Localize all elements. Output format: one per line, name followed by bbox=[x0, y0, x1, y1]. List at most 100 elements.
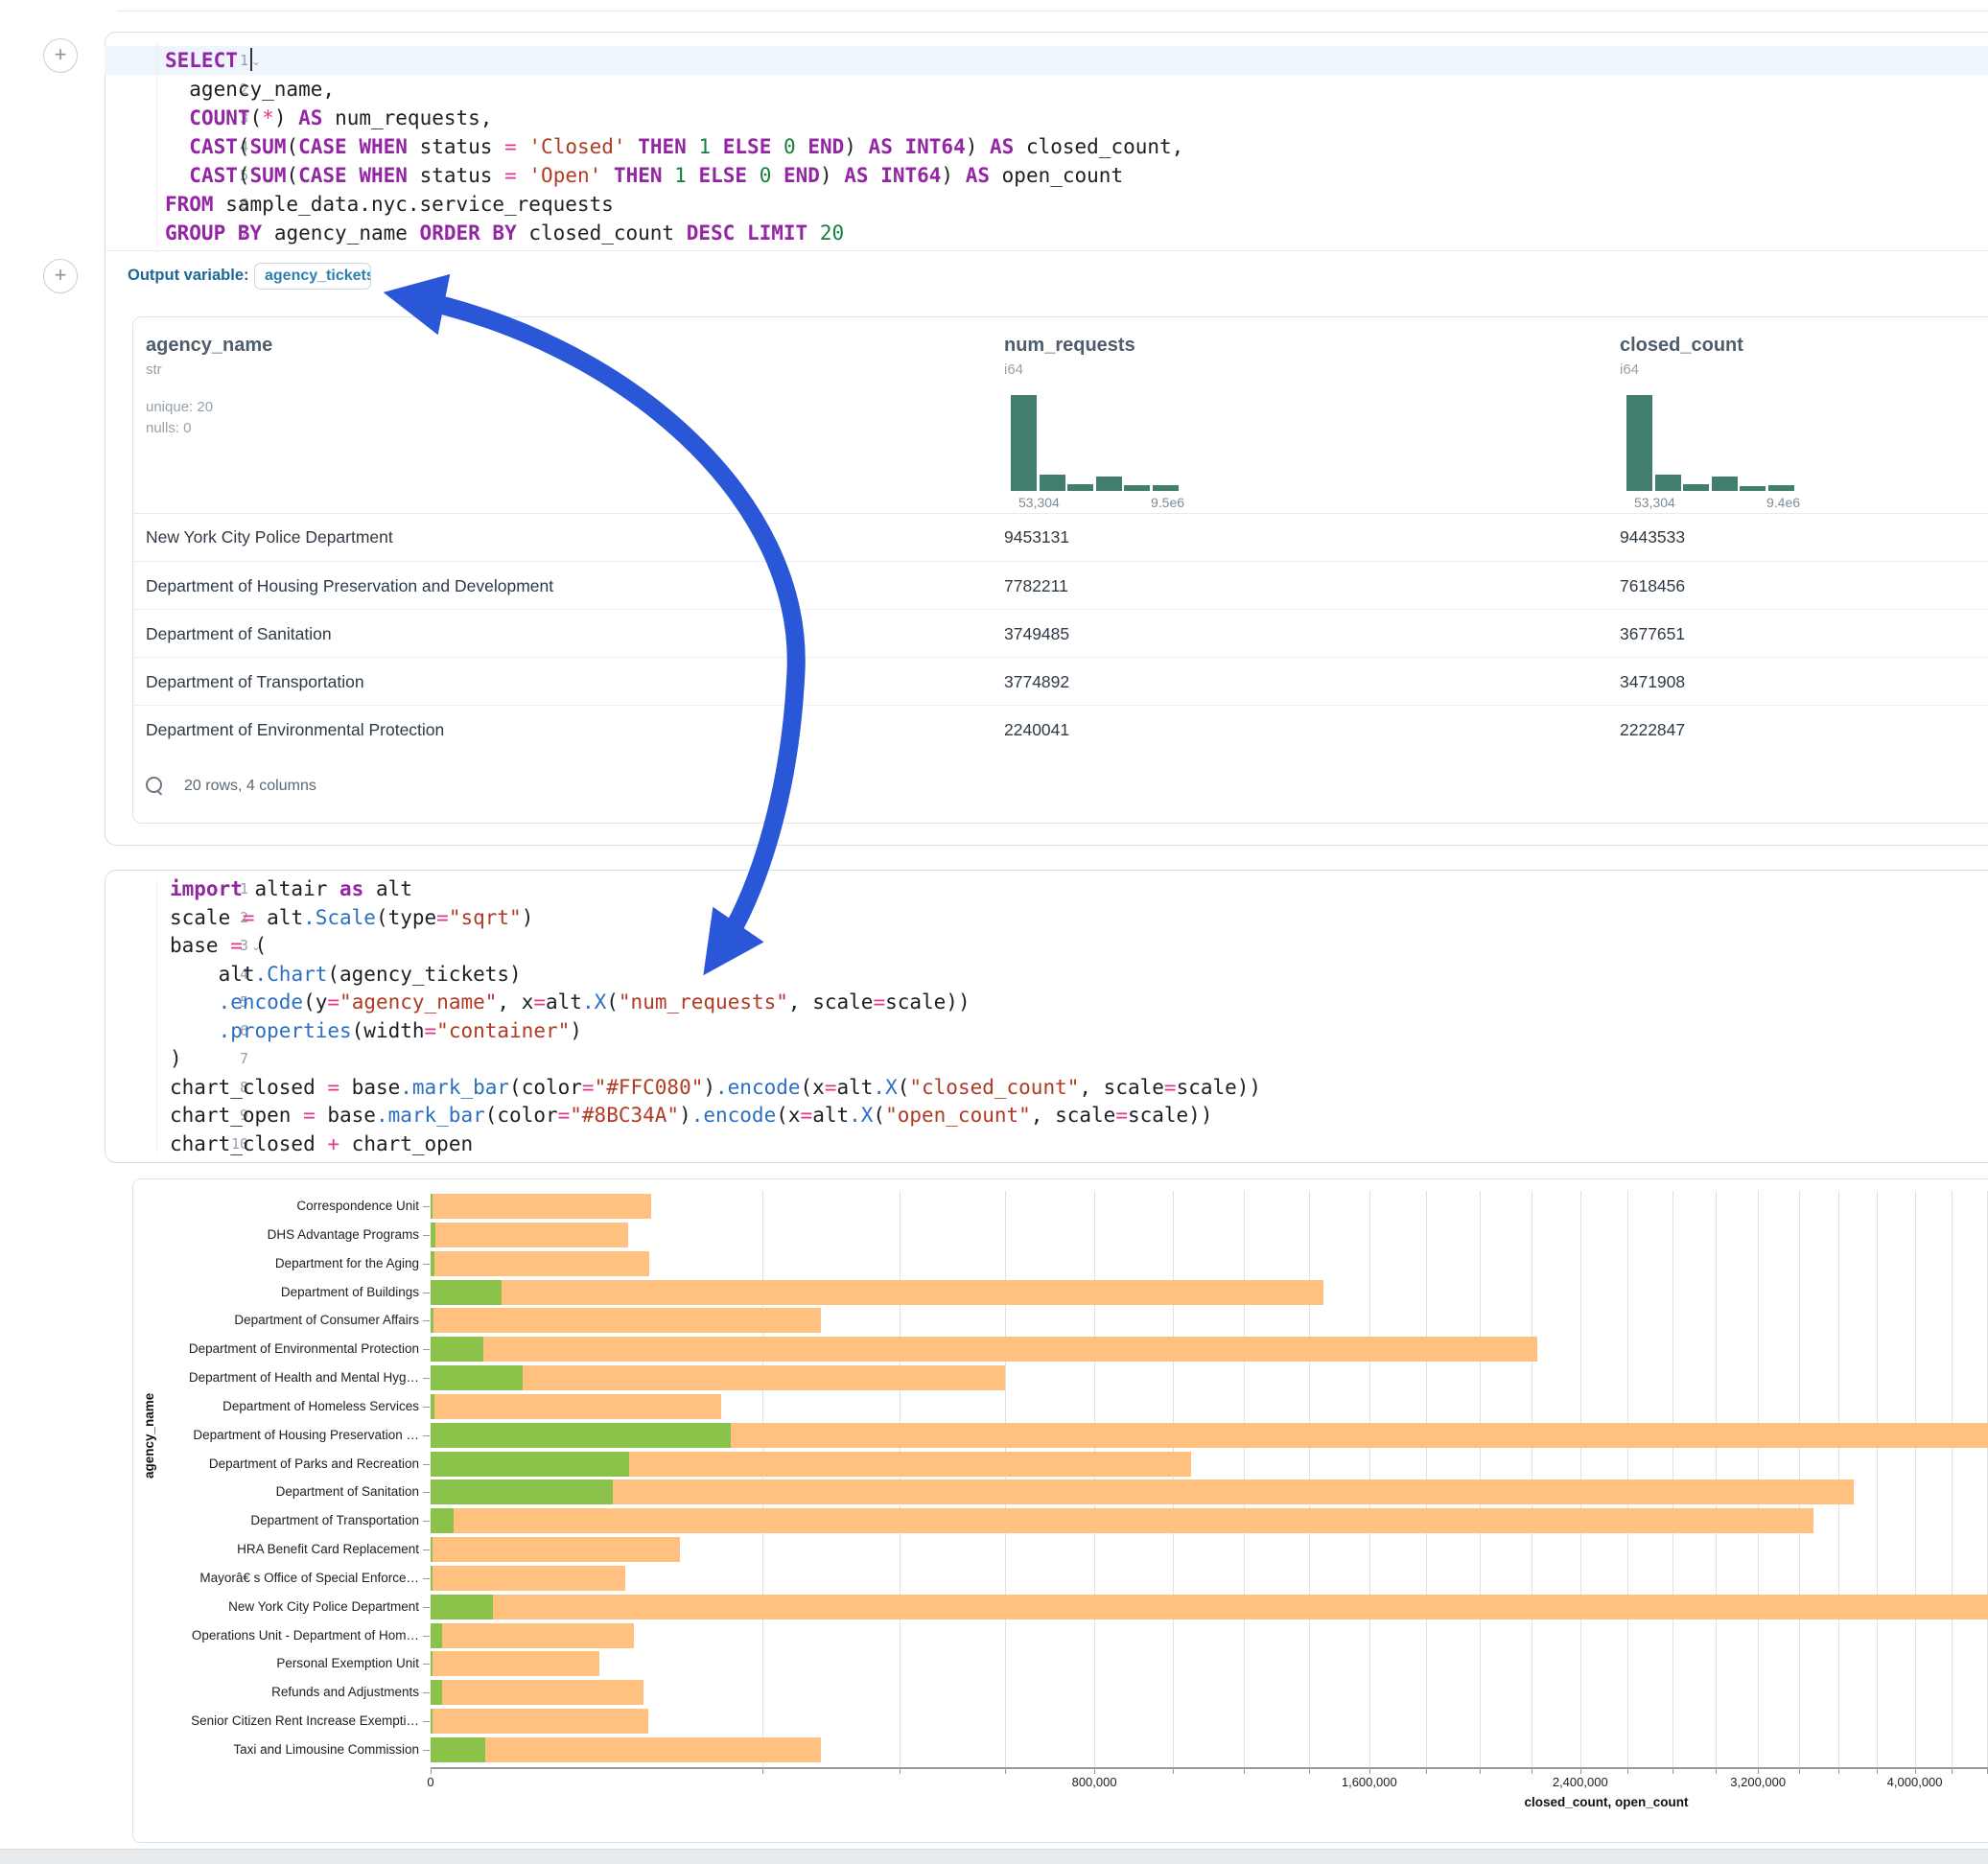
column-header-closed-count[interactable]: closed_count bbox=[1620, 335, 1743, 357]
code-line[interactable]: 6 .properties(width="container") bbox=[105, 1016, 1988, 1045]
bar-closed-count[interactable] bbox=[431, 1680, 643, 1705]
bar-open-count[interactable] bbox=[431, 1394, 434, 1419]
histogram-bar bbox=[1768, 485, 1794, 491]
code-line[interactable]: 4 CAST(SUM(CASE WHEN status = 'Closed' T… bbox=[105, 132, 1988, 161]
bar-open-count[interactable] bbox=[431, 1308, 433, 1333]
bar-open-count[interactable] bbox=[431, 1280, 502, 1305]
cell-agency-name: Department of Housing Preservation and D… bbox=[146, 562, 553, 610]
bar-closed-count[interactable] bbox=[431, 1508, 1813, 1533]
table-row[interactable]: Department of Sanitation37494853677651 bbox=[133, 609, 1988, 658]
bar-closed-count[interactable] bbox=[431, 1737, 821, 1762]
column-dtype-num-requests: i64 bbox=[1004, 361, 1023, 378]
page-bottom-band bbox=[0, 1849, 1988, 1864]
code-line[interactable]: 2scale = alt.Scale(type="sqrt") bbox=[105, 903, 1988, 932]
histogram-bar bbox=[1740, 486, 1766, 492]
bar-open-count[interactable] bbox=[431, 1651, 433, 1676]
code-text: agency_name, bbox=[165, 75, 335, 104]
output-variable-pill[interactable]: agency_tickets bbox=[254, 263, 371, 290]
bar-open-count[interactable] bbox=[431, 1251, 434, 1276]
y-tick bbox=[423, 1549, 430, 1550]
code-line[interactable]: 1import altair as alt bbox=[105, 874, 1988, 903]
python-code-editor[interactable]: 1import altair as alt2scale = alt.Scale(… bbox=[105, 874, 1988, 1158]
code-line[interactable]: 10chart_closed + chart_open bbox=[105, 1130, 1988, 1158]
y-tick bbox=[423, 1435, 430, 1436]
code-line[interactable]: 1⌄SELECT bbox=[105, 46, 1988, 75]
y-axis-title: agency_name bbox=[142, 1393, 156, 1479]
x-axis-tick-label: 800,000 bbox=[1072, 1775, 1117, 1789]
histogram-bar bbox=[1124, 485, 1150, 491]
column-header-num-requests[interactable]: num_requests bbox=[1004, 335, 1135, 357]
gridline bbox=[1877, 1191, 1878, 1767]
bar-open-count[interactable] bbox=[431, 1566, 433, 1591]
bar-open-count[interactable] bbox=[431, 1537, 433, 1562]
bar-closed-count[interactable] bbox=[431, 1537, 680, 1562]
table-row[interactable]: Department of Housing Preservation and D… bbox=[133, 561, 1988, 610]
bar-closed-count[interactable] bbox=[431, 1651, 599, 1676]
code-line[interactable]: 7) bbox=[105, 1044, 1988, 1073]
bar-open-count[interactable] bbox=[431, 1623, 442, 1648]
bar-open-count[interactable] bbox=[431, 1365, 523, 1390]
code-line[interactable]: 3⌄base = ( bbox=[105, 931, 1988, 960]
bar-closed-count[interactable] bbox=[431, 1480, 1854, 1504]
bar-open-count[interactable] bbox=[431, 1480, 613, 1504]
table-row[interactable]: Department of Environmental Protection22… bbox=[133, 705, 1988, 754]
code-line[interactable]: 5 .encode(y="agency_name", x=alt.X("num_… bbox=[105, 988, 1988, 1016]
bar-open-count[interactable] bbox=[431, 1452, 629, 1477]
y-axis-label: Department of Environmental Protection bbox=[132, 1341, 419, 1356]
y-tick bbox=[423, 1264, 430, 1265]
bar-open-count[interactable] bbox=[431, 1737, 485, 1762]
bar-closed-count[interactable] bbox=[431, 1194, 651, 1219]
column-header-agency-name[interactable]: agency_name bbox=[146, 335, 272, 357]
bar-open-count[interactable] bbox=[431, 1423, 731, 1448]
bar-closed-count[interactable] bbox=[431, 1251, 649, 1276]
bar-closed-count[interactable] bbox=[431, 1394, 721, 1419]
code-line[interactable]: 3 COUNT(*) AS num_requests, bbox=[105, 104, 1988, 132]
y-axis-label: DHS Advantage Programs bbox=[132, 1227, 419, 1242]
search-icon[interactable] bbox=[146, 777, 162, 793]
cell-closed-count: 9443533 bbox=[1620, 513, 1685, 561]
code-line[interactable]: 2 agency_name, bbox=[105, 75, 1988, 104]
bar-closed-count[interactable] bbox=[431, 1623, 634, 1648]
table-row[interactable]: New York City Police Department945313194… bbox=[133, 513, 1988, 561]
bar-open-count[interactable] bbox=[431, 1709, 433, 1734]
bar-closed-count[interactable] bbox=[431, 1280, 1323, 1305]
y-tick bbox=[423, 1607, 430, 1608]
bar-closed-count[interactable] bbox=[431, 1223, 628, 1247]
add-cell-button-output[interactable]: + bbox=[43, 259, 78, 293]
y-axis-label: Department of Consumer Affairs bbox=[132, 1313, 419, 1327]
code-text: SELECT bbox=[165, 46, 252, 75]
code-line[interactable]: 4 alt.Chart(agency_tickets) bbox=[105, 960, 1988, 989]
y-axis-label: HRA Benefit Card Replacement bbox=[132, 1542, 419, 1556]
table-row[interactable]: Department of Transportation377489234719… bbox=[133, 657, 1988, 706]
sql-code-editor[interactable]: 1⌄SELECT 2 agency_name,3 COUNT(*) AS num… bbox=[105, 46, 1988, 249]
y-axis-label: Department of Buildings bbox=[132, 1285, 419, 1299]
code-text: chart_open = base.mark_bar(color="#8BC34… bbox=[170, 1101, 1212, 1130]
bar-closed-count[interactable] bbox=[431, 1709, 648, 1734]
code-line[interactable]: 5 CAST(SUM(CASE WHEN status = 'Open' THE… bbox=[105, 161, 1988, 190]
code-text: .encode(y="agency_name", x=alt.X("num_re… bbox=[170, 988, 971, 1016]
bar-open-count[interactable] bbox=[431, 1223, 435, 1247]
histogram-bar bbox=[1096, 477, 1122, 492]
code-line[interactable]: 6FROM sample_data.nyc.service_requests bbox=[105, 190, 1988, 219]
histogram-num-requests bbox=[1011, 395, 1180, 491]
x-axis-title: closed_count, open_count bbox=[1524, 1795, 1688, 1809]
fold-chevron-icon[interactable]: ⌄ bbox=[251, 47, 261, 76]
y-tick bbox=[423, 1750, 430, 1751]
bar-closed-count[interactable] bbox=[431, 1566, 625, 1591]
code-line[interactable]: 8chart_closed = base.mark_bar(color="#FF… bbox=[105, 1073, 1988, 1102]
bar-closed-count[interactable] bbox=[431, 1337, 1537, 1362]
add-cell-button-top[interactable]: + bbox=[43, 38, 78, 73]
y-tick bbox=[423, 1378, 430, 1379]
bar-open-count[interactable] bbox=[431, 1337, 483, 1362]
bar-open-count[interactable] bbox=[431, 1508, 454, 1533]
histogram-max-num-requests: 9.5e6 bbox=[1151, 495, 1184, 510]
gridline bbox=[1915, 1191, 1916, 1767]
code-line[interactable]: 7GROUP BY agency_name ORDER BY closed_co… bbox=[105, 219, 1988, 247]
code-line[interactable]: 9chart_open = base.mark_bar(color="#8BC3… bbox=[105, 1101, 1988, 1130]
bar-open-count[interactable] bbox=[431, 1595, 493, 1619]
bar-open-count[interactable] bbox=[431, 1680, 442, 1705]
bar-closed-count[interactable] bbox=[431, 1308, 821, 1333]
code-text: base = ( bbox=[170, 931, 267, 960]
bar-open-count[interactable] bbox=[431, 1194, 433, 1219]
bar-closed-count[interactable] bbox=[431, 1595, 1988, 1619]
